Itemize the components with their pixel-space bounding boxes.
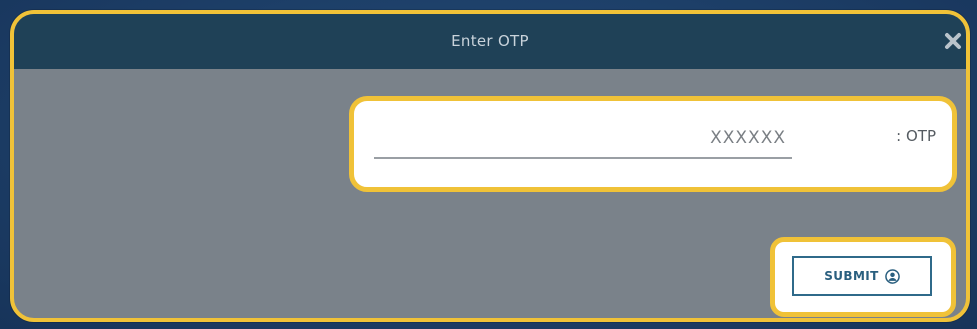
submit-button[interactable]: SUBMIT — [792, 256, 932, 296]
otp-input[interactable] — [374, 119, 792, 159]
close-icon[interactable] — [942, 29, 964, 53]
submit-button-highlight: SUBMIT — [770, 237, 956, 317]
user-circle-icon — [884, 268, 900, 284]
otp-label: : OTP — [896, 127, 936, 145]
dialog-body: : OTP SUBMIT — [14, 69, 966, 318]
dialog-header: Enter OTP — [14, 14, 966, 69]
otp-dialog: Enter OTP : OTP SUBMIT — [10, 10, 970, 322]
submit-button-label: SUBMIT — [824, 269, 879, 283]
screen-background: Enter OTP : OTP SUBMIT — [0, 0, 977, 329]
dialog-title: Enter OTP — [451, 32, 529, 50]
otp-field-container: : OTP — [349, 96, 957, 192]
